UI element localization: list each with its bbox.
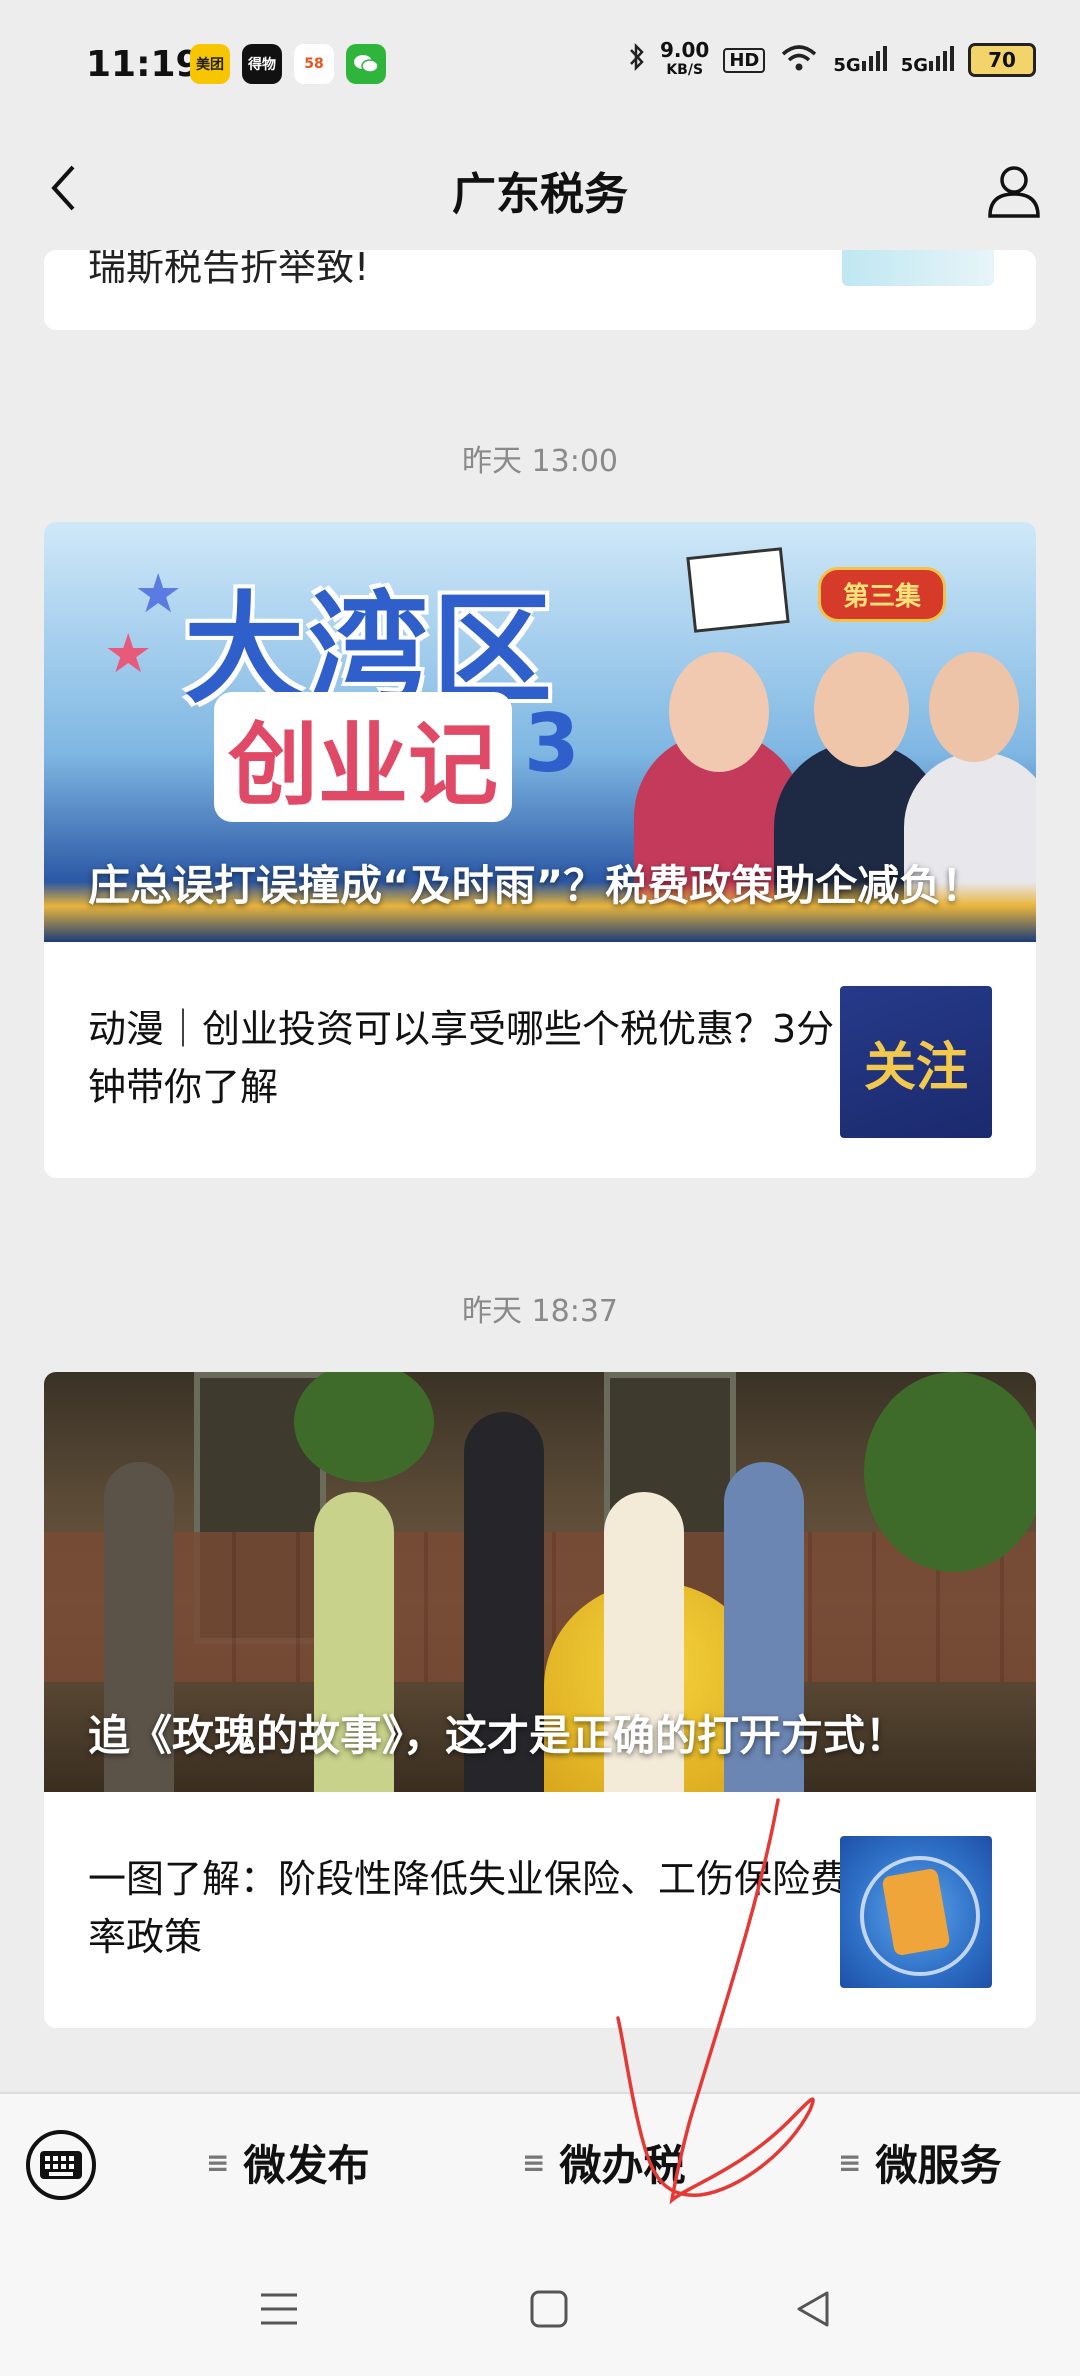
signal-5g-1-label: 5G [833,54,861,76]
net-speed-value: 9.00 [660,38,710,62]
article-title: 一图了解：阶段性降低失业保险、工伤保险费率政策 [88,1857,849,1959]
partial-article-thumbnail [842,250,994,286]
star-decoration-icon: ★ [104,622,153,685]
person-head [814,652,909,767]
signal-5g-1: 5G [833,45,887,76]
partial-article-card[interactable]: 瑞斯税告折举致! [44,250,1036,330]
keyboard-toggle-button[interactable] [26,2130,96,2200]
menu-weifabu[interactable]: ≡ 微发布 [206,2132,369,2193]
status-right-indicators: 9.00 KB/S HD 5G 5G 70 [628,40,1036,80]
hero-article[interactable]: ★ ★ 大湾区 创业记 3 第三集 庄总误打误撞成“及时雨”？税费政策助企减负！ [44,522,1036,942]
triangle-back-icon [797,2291,829,2327]
signal-5g-2-label: 5G [900,54,928,76]
keyboard-icon [40,2151,82,2179]
profile-button[interactable] [982,158,1046,222]
message-timestamp: 昨天 13:00 [462,444,618,479]
menu-label: 微服务 [875,2141,1002,2190]
notification-app-icons: 美团 得物 58 [190,44,386,84]
hero-subtitle-graphic: 创业记 [214,692,512,822]
net-speed-unit: KB/S [666,62,704,78]
wechat-app-icon [346,44,386,84]
menu-label: 微发布 [243,2141,370,2190]
status-bar: 11:19 美团 得物 58 9.00 KB/S HD 5G 5G 70 [0,0,1080,130]
menu-lines-icon [261,2293,297,2325]
battery-icon: 70 [968,43,1036,77]
article-list-item[interactable]: 一图了解：阶段性降低失业保险、工伤保险费率政策 [44,1792,1036,2028]
net-speed: 9.00 KB/S [660,40,709,80]
hero-caption: 庄总误打误撞成“及时雨”？税费政策助企减负！ [88,861,984,910]
user-icon [988,166,1040,218]
menu-weifuwu[interactable]: ≡ 微服务 [838,2132,1001,2193]
partial-article-text: 瑞斯税告折举致! [88,250,370,289]
bluetooth-icon [628,42,646,78]
signal-5g-2: 5G [901,45,954,76]
menu-bars-icon: ≡ [838,2146,862,2179]
dewu-app-icon: 得物 [242,44,282,84]
article-list-item[interactable]: 动漫｜创业投资可以享受哪些个税优惠？3分钟带你了解 关注 [44,942,1036,1178]
status-time: 11:19 [86,44,201,85]
system-navigation-bar [0,2242,1080,2376]
nav-bar: 广东税务 [0,130,1080,250]
home-button[interactable] [526,2286,572,2332]
menu-label: 微办税 [559,2141,686,2190]
signal-bars-icon [861,45,887,71]
hero-number-graphic: 3 [524,697,580,790]
menu-bars-icon: ≡ [206,2146,230,2179]
person-head [929,652,1019,762]
back-system-button[interactable] [790,2286,836,2332]
article-group-card: ★ ★ 大湾区 创业记 3 第三集 庄总误打误撞成“及时雨”？税费政策助企减负！… [44,522,1036,1178]
plant-decoration [864,1372,1036,1572]
menu-weibanshui[interactable]: ≡ 微办税 [522,2132,685,2193]
person-head [669,652,769,772]
menu-bars-icon: ≡ [522,2146,546,2179]
meituan-app-icon: 美团 [190,44,230,84]
message-timestamp: 昨天 18:37 [462,1294,618,1329]
article-title: 动漫｜创业投资可以享受哪些个税优惠？3分钟带你了解 [88,1007,835,1109]
clapperboard-icon [686,547,790,633]
episode-badge: 第三集 [817,567,946,622]
hd-icon: HD [723,47,766,73]
article-thumbnail: 关注 [840,986,992,1138]
hero-caption: 追《玫瑰的故事》，这才是正确的打开方式！ [88,1711,908,1760]
article-group-card: 追《玫瑰的故事》，这才是正确的打开方式！ 一图了解：阶段性降低失业保险、工伤保险… [44,1372,1036,2028]
recents-button[interactable] [256,2286,302,2332]
hero-article[interactable]: 追《玫瑰的故事》，这才是正确的打开方式！ [44,1372,1036,1792]
square-home-icon [530,2290,568,2328]
58-app-icon: 58 [294,44,334,84]
star-decoration-icon: ★ [134,562,183,625]
signal-bars-icon [929,45,954,71]
bottom-menu: ≡ 微发布 ≡ 微办税 ≡ 微服务 [0,2092,1080,2244]
article-thumbnail [840,1836,992,1988]
wifi-icon [779,42,819,78]
page-title: 广东税务 [452,169,628,220]
